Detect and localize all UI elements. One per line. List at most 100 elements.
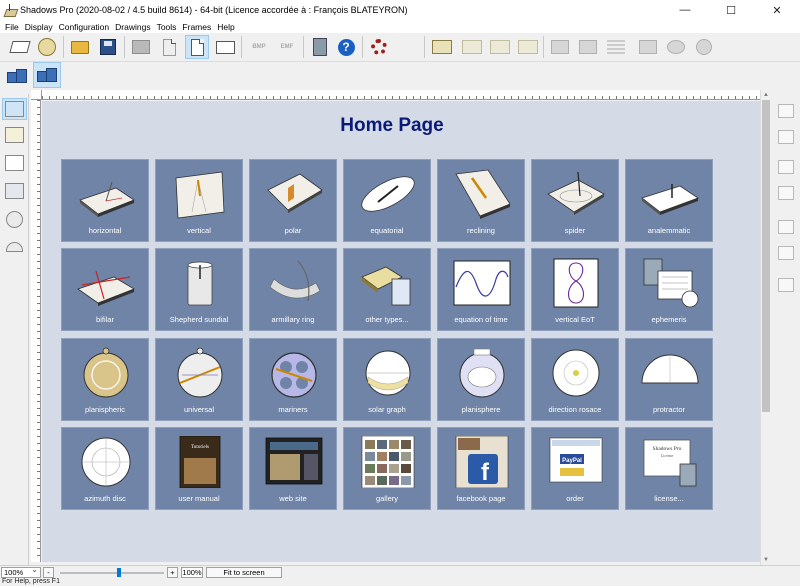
help-button[interactable]: ? bbox=[334, 35, 358, 59]
frame-tool-9-button[interactable] bbox=[664, 35, 688, 59]
gallery-icon bbox=[361, 436, 415, 488]
portrait-page-icon bbox=[190, 38, 204, 56]
tile-license[interactable]: Shadows Pro License license... bbox=[625, 427, 713, 510]
window-mode-1-icon bbox=[7, 69, 27, 83]
tile-planispheric[interactable]: planispheric bbox=[61, 338, 149, 421]
astrolabe-view-button[interactable] bbox=[2, 208, 27, 230]
home-view-button[interactable] bbox=[2, 98, 27, 120]
tile-protractor[interactable]: protractor bbox=[625, 338, 713, 421]
tile-spider[interactable]: spider bbox=[531, 159, 619, 242]
table-view-button[interactable] bbox=[2, 180, 27, 202]
frame-button[interactable] bbox=[430, 35, 454, 59]
window-mode-1-button[interactable] bbox=[5, 64, 29, 88]
zoom-percent-field[interactable]: 100% bbox=[181, 567, 203, 578]
order-icon: PayPal bbox=[549, 437, 603, 483]
tile-order[interactable]: PayPal order bbox=[531, 427, 619, 510]
license-icon: Shadows Pro License bbox=[643, 439, 697, 487]
tile-gallery[interactable]: gallery bbox=[343, 427, 431, 510]
tile-reclining[interactable]: reclining bbox=[437, 159, 525, 242]
menu-drawings[interactable]: Drawings bbox=[112, 22, 153, 32]
tile-horizontal[interactable]: horizontal bbox=[61, 159, 149, 242]
scrollbar-thumb[interactable] bbox=[762, 100, 770, 412]
settings-button[interactable] bbox=[367, 35, 391, 59]
tile-mariners[interactable]: mariners bbox=[249, 338, 337, 421]
right-tool-1-button[interactable] bbox=[774, 100, 797, 122]
drawing-view-button[interactable] bbox=[2, 124, 27, 146]
portrait-page-button[interactable] bbox=[185, 35, 209, 59]
frame-tool-5-button[interactable] bbox=[548, 35, 572, 59]
curve-view-button[interactable] bbox=[2, 152, 27, 174]
zoom-out-button[interactable]: - bbox=[43, 567, 54, 578]
menu-configuration[interactable]: Configuration bbox=[56, 22, 113, 32]
tile-vertical[interactable]: vertical bbox=[155, 159, 243, 242]
tile-web-site[interactable]: web site bbox=[249, 427, 337, 510]
other-types-icon bbox=[361, 266, 411, 306]
print-button[interactable] bbox=[129, 35, 153, 59]
protractor-view-button[interactable] bbox=[2, 236, 27, 258]
maximize-button[interactable]: ☐ bbox=[708, 0, 754, 20]
tile-analemmatic[interactable]: analemmatic bbox=[625, 159, 713, 242]
tile-ephemeris[interactable]: ephemeris bbox=[625, 248, 713, 331]
frame-tool-2-button[interactable] bbox=[460, 35, 484, 59]
tile-label: license... bbox=[654, 494, 684, 503]
frame-list-button[interactable] bbox=[604, 35, 628, 59]
tile-solar-graph[interactable]: solar graph bbox=[343, 338, 431, 421]
close-button[interactable]: ✕ bbox=[754, 0, 800, 20]
landscape-page-button[interactable] bbox=[213, 35, 237, 59]
right-tool-2-button[interactable] bbox=[774, 126, 797, 148]
print-preview-button[interactable] bbox=[157, 35, 181, 59]
menu-file[interactable]: File bbox=[2, 22, 22, 32]
frame-tool-8-icon bbox=[639, 40, 657, 54]
open-button[interactable] bbox=[68, 35, 92, 59]
right-tool-7-button[interactable] bbox=[774, 274, 797, 296]
tile-azimuth-disc[interactable]: azimuth disc bbox=[61, 427, 149, 510]
zoom-select[interactable]: 100% bbox=[1, 565, 41, 578]
right-tool-3-button[interactable] bbox=[774, 156, 797, 178]
menu-help[interactable]: Help bbox=[214, 22, 237, 32]
export-bmp-button[interactable]: BMP bbox=[247, 35, 271, 59]
frame-tool-3-button[interactable] bbox=[488, 35, 512, 59]
zoom-in-button[interactable]: + bbox=[167, 567, 178, 578]
window-mode-2-button[interactable] bbox=[33, 62, 61, 88]
frame-tool-10-button[interactable] bbox=[692, 35, 716, 59]
landscape-page-icon bbox=[215, 40, 235, 54]
export-emf-button[interactable]: EMF bbox=[275, 35, 299, 59]
new-sundial-button[interactable] bbox=[8, 35, 32, 59]
save-button[interactable] bbox=[96, 35, 120, 59]
zoom-slider-thumb[interactable] bbox=[117, 568, 121, 577]
frame-tool-4-button[interactable] bbox=[516, 35, 540, 59]
tile-other-types[interactable]: other types... bbox=[343, 248, 431, 331]
fit-to-screen-button[interactable]: Fit to screen bbox=[206, 567, 282, 578]
direction-rosace-icon bbox=[552, 349, 600, 397]
tile-shepherd-sundial[interactable]: Shepherd sundial bbox=[155, 248, 243, 331]
right-tool-5-button[interactable] bbox=[774, 216, 797, 238]
tile-polar[interactable]: polar bbox=[249, 159, 337, 242]
tile-armillary-ring[interactable]: armillary ring bbox=[249, 248, 337, 331]
tile-universal[interactable]: universal bbox=[155, 338, 243, 421]
tile-user-manual[interactable]: Tutoriels user manual bbox=[155, 427, 243, 510]
right-tool-4-button[interactable] bbox=[774, 182, 797, 204]
vertical-scrollbar[interactable]: ▲ ▼ bbox=[760, 90, 770, 565]
scroll-up-icon[interactable]: ▲ bbox=[762, 91, 770, 99]
tile-vertical-eot[interactable]: vertical EoT bbox=[531, 248, 619, 331]
menu-frames[interactable]: Frames bbox=[179, 22, 214, 32]
zoom-slider-track[interactable] bbox=[60, 572, 164, 574]
tile-direction-rosace[interactable]: direction rosace bbox=[531, 338, 619, 421]
right-tool-6-button[interactable] bbox=[774, 242, 797, 264]
tile-label: solar graph bbox=[368, 405, 406, 414]
astrolabe-wizard-button[interactable] bbox=[35, 35, 59, 59]
scroll-down-icon[interactable]: ▼ bbox=[762, 556, 770, 564]
tile-facebook-page[interactable]: f facebook page bbox=[437, 427, 525, 510]
frame-tool-8-button[interactable] bbox=[636, 35, 660, 59]
frame-tool-6-icon bbox=[579, 40, 597, 54]
tile-equation-of-time[interactable]: equation of time bbox=[437, 248, 525, 331]
calculator-button[interactable] bbox=[308, 35, 332, 59]
tile-planisphere[interactable]: planisphere bbox=[437, 338, 525, 421]
menu-display[interactable]: Display bbox=[22, 22, 56, 32]
frame-tool-6-button[interactable] bbox=[576, 35, 600, 59]
table-icon bbox=[5, 183, 24, 199]
tile-equatorial[interactable]: equatorial bbox=[343, 159, 431, 242]
minimize-button[interactable]: — bbox=[662, 0, 708, 20]
menu-tools[interactable]: Tools bbox=[154, 22, 180, 32]
tile-bifilar[interactable]: bifilar bbox=[61, 248, 149, 331]
